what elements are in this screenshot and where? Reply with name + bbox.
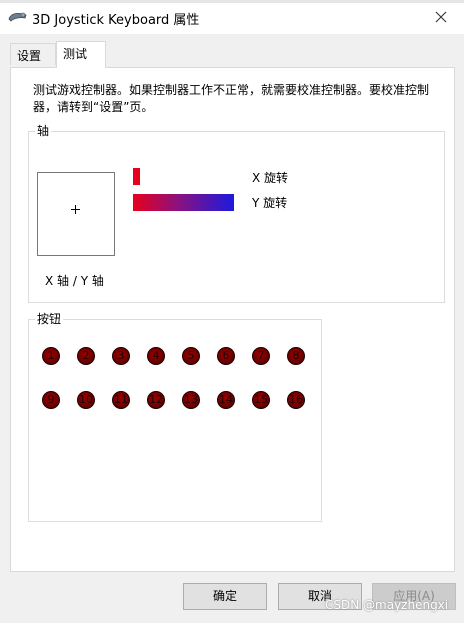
joystick-button-indicator: 1 [42,347,60,365]
joystick-button-indicator: 11 [112,391,130,409]
joystick-button-indicator: 6 [217,347,235,365]
buttons-group-title: 按钮 [35,311,64,327]
joystick-button-indicator: 14 [217,391,235,409]
test-panel: 测试游戏控制器。如果控制器工作不正常，就需要校准控制器。要校准控制器，请转到“设… [10,67,455,572]
x-rotation-bar [133,168,140,185]
close-icon [435,11,447,23]
joystick-button-indicator: 16 [287,391,305,409]
joystick-icon [8,10,28,24]
joystick-button-indicator: 10 [77,391,95,409]
y-rotation-bar [133,194,234,211]
tab-test[interactable]: 测试 [56,41,106,68]
ok-button[interactable]: 确定 [183,583,267,610]
joystick-button-indicator: 2 [77,347,95,365]
tab-settings-label: 设置 [17,49,42,63]
crosshair-icon [71,205,81,215]
joystick-button-indicator: 13 [182,391,200,409]
title-top-strip [0,0,464,3]
joystick-button-indicator: 7 [252,347,270,365]
title-bar[interactable]: 3D Joystick Keyboard 属性 [0,0,464,34]
watermark: CSDN @mayzhengxi [325,598,449,612]
tab-test-label: 测试 [63,47,88,61]
y-rotation-label: Y 旋转 [252,196,288,210]
window-title: 3D Joystick Keyboard 属性 [32,13,200,28]
joystick-button-indicator: 3 [112,347,130,365]
joystick-button-indicator: 4 [147,347,165,365]
joystick-button-indicator: 9 [42,391,60,409]
axis-group: 轴 X 轴 / Y 轴 X 旋转 Y 旋转 [28,123,445,303]
joystick-button-indicator: 8 [287,347,305,365]
test-description: 测试游戏控制器。如果控制器工作不正常，就需要校准控制器。要校准控制器，请转到“设… [33,83,430,114]
tab-settings[interactable]: 设置 [10,43,56,65]
x-rotation-label: X 旋转 [252,171,289,185]
buttons-group: 按钮 1 2 3 4 5 6 7 8 9 10 11 12 13 14 15 16 [28,311,322,522]
xy-axis-label: X 轴 / Y 轴 [45,274,104,288]
close-button[interactable] [418,0,464,34]
joystick-button-indicator: 15 [252,391,270,409]
xy-axis-box [37,172,115,256]
axis-group-title: 轴 [35,123,52,139]
joystick-button-indicator: 12 [147,391,165,409]
joystick-button-indicator: 5 [182,347,200,365]
